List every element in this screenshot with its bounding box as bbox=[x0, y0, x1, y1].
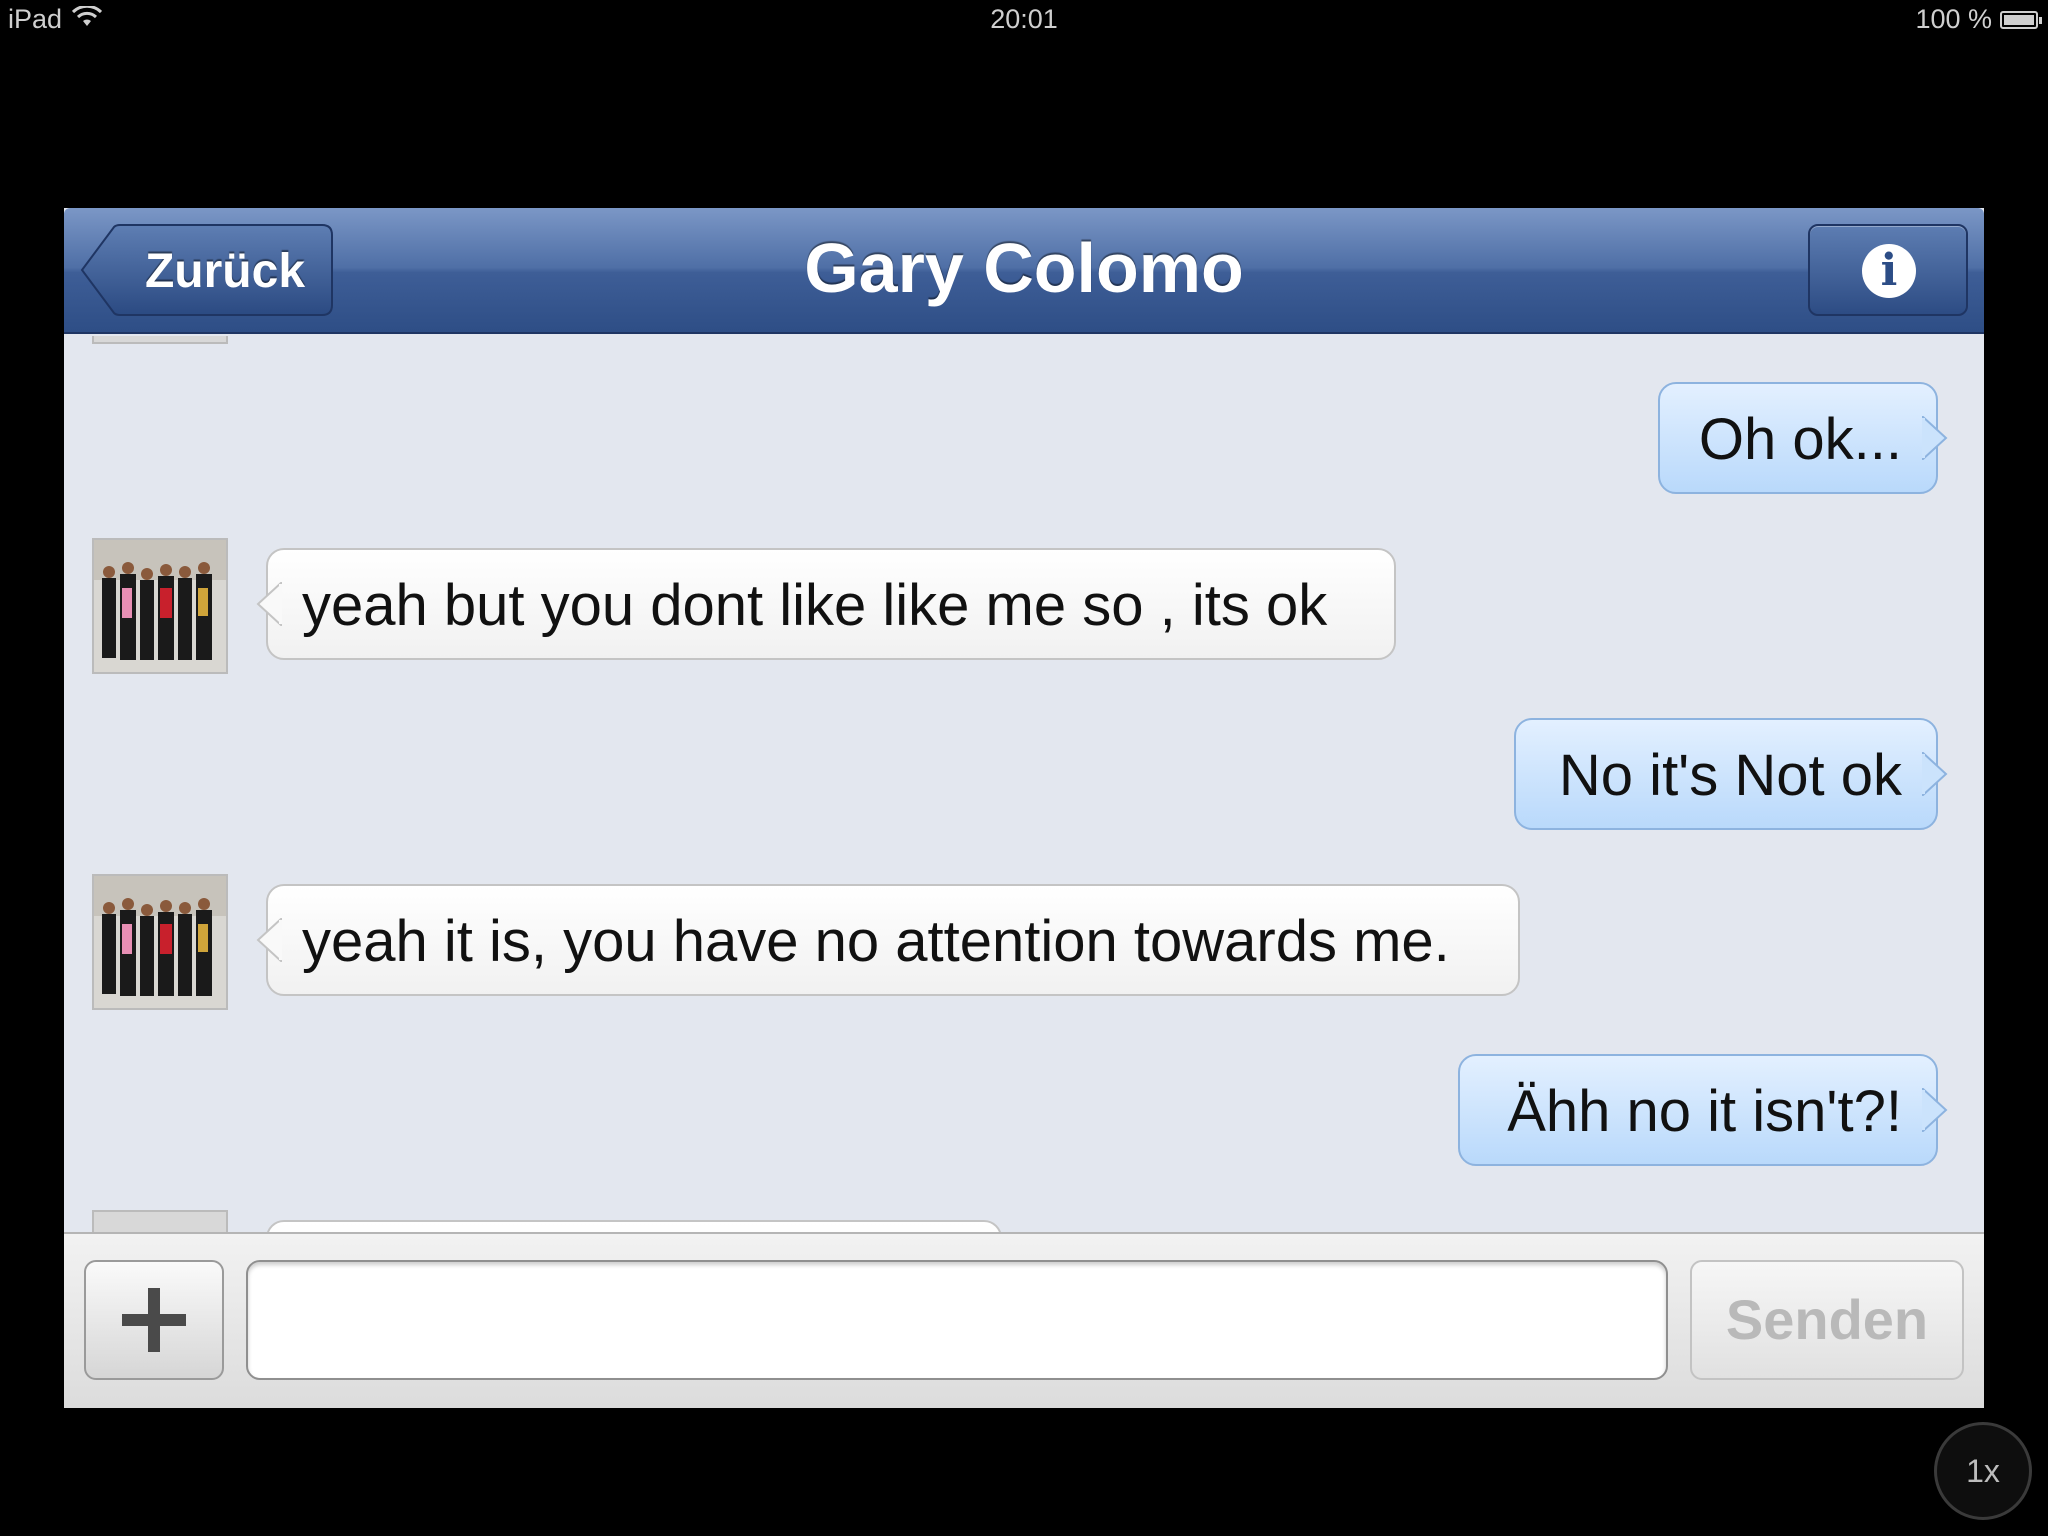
battery-icon bbox=[2000, 10, 2042, 29]
incoming-message: yeah but you dont like like me so , its … bbox=[256, 548, 1396, 660]
contact-avatar bbox=[92, 336, 228, 344]
message-text: yeah but you dont like like me so , its … bbox=[302, 573, 1328, 638]
message-text: No it's Not ok bbox=[1558, 743, 1902, 808]
contact-avatar bbox=[92, 874, 228, 1010]
outgoing-message: No it's Not ok bbox=[1514, 718, 1948, 830]
zoom-toggle[interactable]: 1x bbox=[1934, 1422, 2032, 1520]
message-input[interactable] bbox=[246, 1260, 1668, 1380]
message-input-bar: Senden bbox=[64, 1232, 1984, 1408]
page-title: Gary Colomo bbox=[804, 229, 1244, 307]
navigation-bar: Zurück Gary Colomo i bbox=[64, 208, 1984, 334]
incoming-message: yeah it is, you have no attention toward… bbox=[256, 884, 1520, 996]
send-button[interactable]: Senden bbox=[1690, 1260, 1964, 1380]
status-right: 100 % bbox=[1915, 4, 2042, 35]
contact-avatar bbox=[92, 538, 228, 674]
chat-window: Zurück Gary Colomo i Oh ok... yeah but y… bbox=[64, 208, 1984, 1408]
info-button[interactable]: i bbox=[1808, 224, 1968, 316]
status-bar: iPad 20:01 100 % bbox=[0, 0, 2048, 40]
outgoing-message: Ähh no it isn't?! bbox=[1458, 1054, 1948, 1166]
message-list[interactable]: Oh ok... yeah but you dont like like me … bbox=[64, 336, 1984, 1362]
info-icon: i bbox=[1862, 244, 1916, 298]
plus-icon bbox=[122, 1288, 186, 1352]
message-text: Oh ok... bbox=[1698, 407, 1902, 472]
add-attachment-button[interactable] bbox=[84, 1260, 224, 1380]
battery-label: 100 % bbox=[1915, 4, 1992, 34]
status-time: 20:01 bbox=[990, 4, 1058, 34]
message-text: yeah it is, you have no attention toward… bbox=[302, 909, 1450, 974]
message-text: Ähh no it isn't?! bbox=[1507, 1079, 1902, 1144]
outgoing-message: Oh ok... bbox=[1658, 382, 1948, 494]
